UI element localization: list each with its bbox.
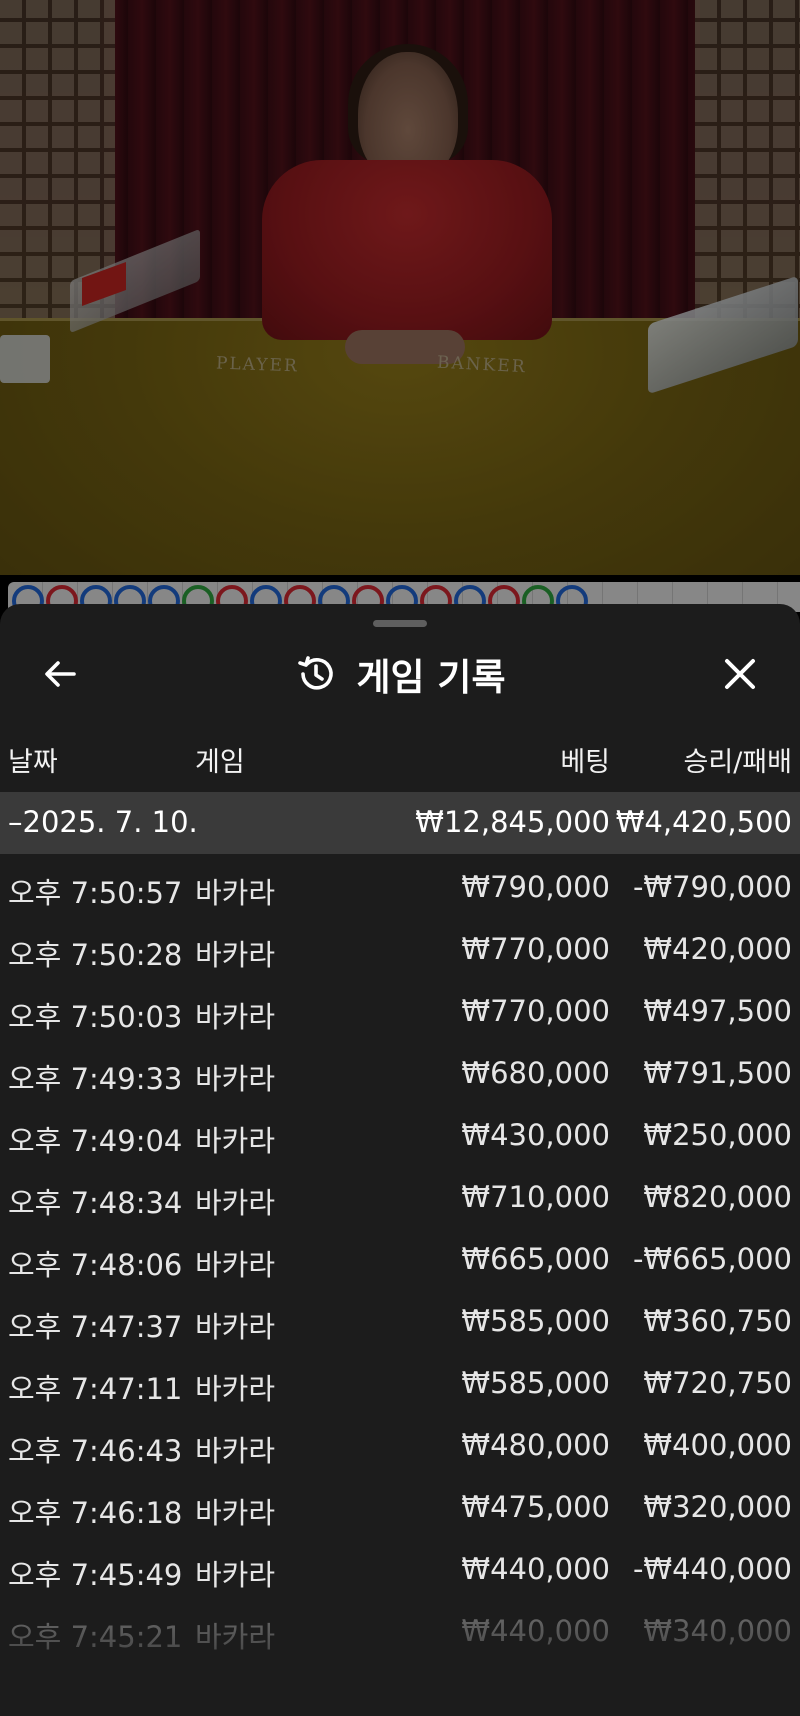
- row-winloss: ₩497,500: [643, 994, 792, 1028]
- row-game: 바카라: [195, 1186, 276, 1220]
- history-row[interactable]: 오후 7:50:03 바카라 ₩770,000 ₩497,500: [0, 982, 800, 1044]
- row-time: 오후 7:46:43: [8, 1434, 183, 1468]
- sheet-header: 게임 기록: [0, 644, 800, 704]
- row-game: 바카라: [195, 1372, 276, 1406]
- history-row[interactable]: 오후 7:50:57 바카라 ₩790,000 -₩790,000: [0, 858, 800, 920]
- history-row[interactable]: 오후 7:49:33 바카라 ₩680,000 ₩791,500: [0, 1044, 800, 1106]
- row-bet: ₩790,000: [461, 870, 610, 904]
- row-time: 오후 7:50:57: [8, 876, 183, 910]
- row-game: 바카라: [195, 1000, 276, 1034]
- row-bet: ₩680,000: [461, 1056, 610, 1090]
- row-bet: ₩770,000: [461, 994, 610, 1028]
- row-game: 바카라: [195, 1248, 276, 1282]
- column-header-date: 날짜: [8, 747, 58, 778]
- row-winloss: ₩320,000: [643, 1490, 792, 1524]
- column-header-bet: 베팅: [560, 747, 610, 778]
- row-time: 오후 7:47:37: [8, 1310, 183, 1344]
- row-game: 바카라: [195, 938, 276, 972]
- sheet-drag-handle[interactable]: [373, 620, 427, 627]
- history-row[interactable]: 오후 7:46:43 바카라 ₩480,000 ₩400,000: [0, 1416, 800, 1478]
- row-game: 바카라: [195, 1434, 276, 1468]
- row-bet: ₩440,000: [461, 1614, 610, 1648]
- close-button[interactable]: [714, 648, 766, 700]
- row-game: 바카라: [195, 1496, 276, 1530]
- row-winloss: -₩790,000: [632, 870, 792, 904]
- row-winloss: ₩250,000: [643, 1118, 792, 1152]
- date-group-summary-row[interactable]: –2025. 7. 10. ₩12,845,000 ₩4,420,500: [0, 792, 800, 854]
- row-bet: ₩440,000: [461, 1552, 610, 1586]
- row-time: 오후 7:50:03: [8, 1000, 183, 1034]
- row-winloss: ₩791,500: [643, 1056, 792, 1090]
- sheet-title-group: 게임 기록: [0, 644, 800, 704]
- history-table-header: 날짜 게임 베팅 승리/패배: [0, 740, 800, 780]
- history-row[interactable]: 오후 7:47:37 바카라 ₩585,000 ₩360,750: [0, 1292, 800, 1354]
- row-game: 바카라: [195, 1310, 276, 1344]
- column-header-winloss: 승리/패배: [683, 747, 792, 778]
- history-row[interactable]: 오후 7:49:04 바카라 ₩430,000 ₩250,000: [0, 1106, 800, 1168]
- history-clock-icon: [298, 656, 334, 690]
- row-time: 오후 7:49:04: [8, 1124, 183, 1158]
- close-icon: [725, 659, 755, 689]
- app-root: PLAYER BANKER 게임 기록 날짜 게임 베팅 승리/패배 –2025…: [0, 0, 800, 1716]
- summary-winloss-total: ₩4,420,500: [615, 805, 792, 839]
- row-winloss: ₩820,000: [643, 1180, 792, 1214]
- row-bet: ₩480,000: [461, 1428, 610, 1462]
- history-row[interactable]: 오후 7:46:18 바카라 ₩475,000 ₩320,000: [0, 1478, 800, 1540]
- row-winloss: -₩440,000: [632, 1552, 792, 1586]
- row-bet: ₩770,000: [461, 932, 610, 966]
- row-winloss: ₩420,000: [643, 932, 792, 966]
- row-game: 바카라: [195, 1620, 276, 1654]
- row-time: 오후 7:48:06: [8, 1248, 183, 1282]
- row-time: 오후 7:47:11: [8, 1372, 183, 1406]
- game-history-sheet: 게임 기록 날짜 게임 베팅 승리/패배 –2025. 7. 10. ₩12,8…: [0, 604, 800, 1716]
- row-time: 오후 7:45:21: [8, 1620, 183, 1654]
- row-winloss: -₩665,000: [632, 1242, 792, 1276]
- row-time: 오후 7:48:34: [8, 1186, 183, 1220]
- row-bet: ₩710,000: [461, 1180, 610, 1214]
- row-bet: ₩475,000: [461, 1490, 610, 1524]
- history-row[interactable]: 오후 7:45:21 바카라 ₩440,000 ₩340,000: [0, 1602, 800, 1664]
- history-row[interactable]: 오후 7:48:06 바카라 ₩665,000 -₩665,000: [0, 1230, 800, 1292]
- row-time: 오후 7:50:28: [8, 938, 183, 972]
- history-rows: 오후 7:50:57 바카라 ₩790,000 -₩790,000 오후 7:50:28…: [0, 858, 800, 1664]
- history-row[interactable]: 오후 7:48:34 바카라 ₩710,000 ₩820,000: [0, 1168, 800, 1230]
- row-winloss: ₩720,750: [643, 1366, 792, 1400]
- row-bet: ₩585,000: [461, 1304, 610, 1338]
- row-winloss: ₩400,000: [643, 1428, 792, 1462]
- history-row[interactable]: 오후 7:50:28 바카라 ₩770,000 ₩420,000: [0, 920, 800, 982]
- history-row[interactable]: 오후 7:47:11 바카라 ₩585,000 ₩720,750: [0, 1354, 800, 1416]
- row-bet: ₩430,000: [461, 1118, 610, 1152]
- row-bet: ₩665,000: [461, 1242, 610, 1276]
- row-game: 바카라: [195, 1124, 276, 1158]
- sheet-title: 게임 기록: [356, 656, 506, 699]
- row-time: 오후 7:45:49: [8, 1558, 183, 1592]
- history-row[interactable]: 오후 7:45:49 바카라 ₩440,000 -₩440,000: [0, 1540, 800, 1602]
- row-game: 바카라: [195, 1558, 276, 1592]
- row-game: 바카라: [195, 1062, 276, 1096]
- row-time: 오후 7:46:18: [8, 1496, 183, 1530]
- summary-bet-total: ₩12,845,000: [415, 805, 610, 839]
- row-winloss: ₩360,750: [643, 1304, 792, 1338]
- row-winloss: ₩340,000: [643, 1614, 792, 1648]
- row-time: 오후 7:49:33: [8, 1062, 183, 1096]
- summary-date: –2025. 7. 10.: [8, 805, 198, 839]
- column-header-game: 게임: [195, 747, 245, 778]
- row-game: 바카라: [195, 876, 276, 910]
- row-bet: ₩585,000: [461, 1366, 610, 1400]
